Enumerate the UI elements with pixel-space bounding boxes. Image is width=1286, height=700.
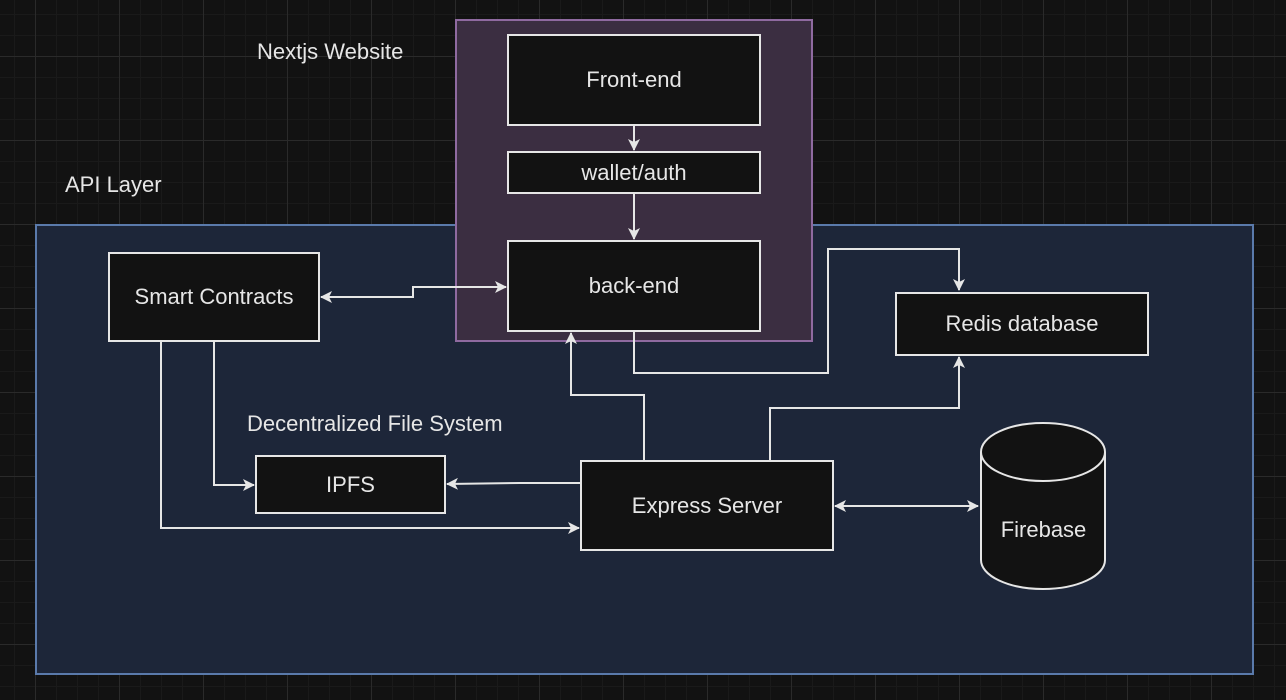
redis-database-node[interactable]: Redis database <box>895 292 1149 356</box>
ipfs-node[interactable]: IPFS <box>255 455 446 514</box>
nextjs-website-label: Nextjs Website <box>257 39 404 64</box>
backend-node[interactable]: back-end <box>507 240 761 332</box>
frontend-node[interactable]: Front-end <box>507 34 761 126</box>
smart-contracts-node[interactable]: Smart Contracts <box>108 252 320 342</box>
express-server-node[interactable]: Express Server <box>580 460 834 551</box>
api-layer-label: API Layer <box>65 172 162 197</box>
firebase-node-label[interactable]: Firebase <box>980 517 1107 543</box>
decentralized-fs-label: Decentralized File System <box>247 411 503 436</box>
wallet-auth-node[interactable]: wallet/auth <box>507 151 761 194</box>
